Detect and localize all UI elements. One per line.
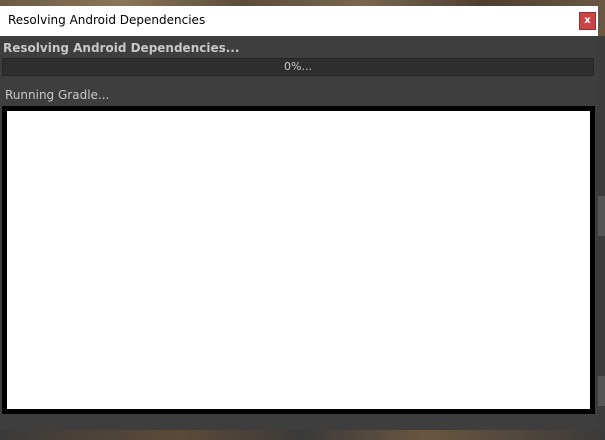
window-title: Resolving Android Dependencies <box>8 13 206 27</box>
editor-bottom-strip <box>0 430 605 440</box>
title-bar[interactable]: Resolving Android Dependencies x <box>0 6 598 36</box>
dialog-header: Resolving Android Dependencies... <box>3 41 240 55</box>
output-frame <box>2 106 595 414</box>
status-label: Running Gradle... <box>5 88 110 102</box>
resolving-dependencies-dialog: Resolving Android Dependencies x Resolvi… <box>0 6 598 440</box>
progress-bar: 0%... <box>2 58 594 76</box>
editor-side-panel <box>598 36 605 440</box>
progress-text: 0%... <box>284 60 312 73</box>
close-button[interactable]: x <box>579 12 596 30</box>
output-log[interactable] <box>7 111 590 409</box>
